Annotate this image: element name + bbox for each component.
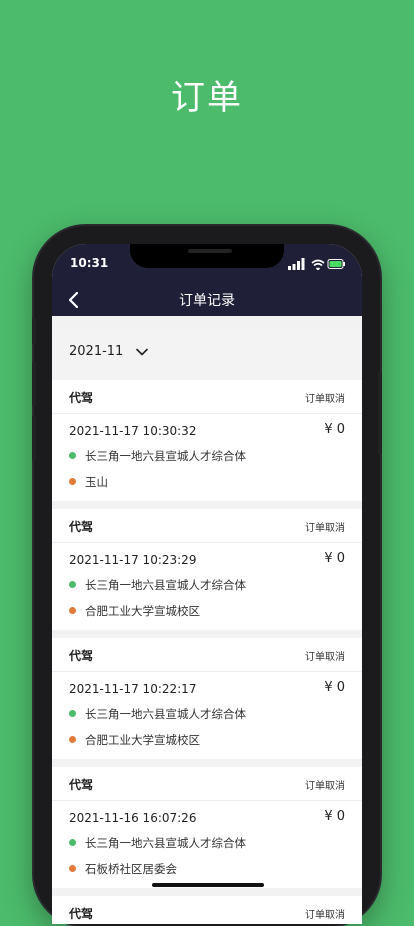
end-location-text: 合肥工业大学宣城校区 <box>85 733 200 747</box>
order-status: 订单取消 <box>305 781 345 792</box>
month-filter[interactable]: 2021-11 <box>52 330 362 380</box>
volume-up-button <box>32 362 36 406</box>
order-time: 2021-11-17 10:22:17 <box>69 682 197 696</box>
order-card[interactable]: 代驾 订单取消 2021-11-17 10:22:17 ¥ 0 长三角一地六县宣… <box>52 638 362 759</box>
page-title: 订单记录 <box>179 293 235 309</box>
order-type: 代驾 <box>69 907 94 921</box>
start-location: 长三角一地六县宣城人才综合体 <box>69 577 246 593</box>
month-value: 2021-11 <box>69 344 124 359</box>
order-time: 2021-11-17 10:30:32 <box>69 424 197 438</box>
end-location: 合肥工业大学宣城校区 <box>69 603 200 619</box>
mute-switch <box>32 318 36 344</box>
order-card[interactable]: 代驾 订单取消 <box>52 896 362 924</box>
end-location-text: 玉山 <box>85 475 108 489</box>
order-card[interactable]: 代驾 订单取消 2021-11-16 16:07:26 ¥ 0 长三角一地六县宣… <box>52 767 362 888</box>
start-dot-icon <box>69 581 76 588</box>
order-time: 2021-11-16 16:07:26 <box>69 811 197 825</box>
order-type: 代驾 <box>69 649 94 663</box>
end-location: 合肥工业大学宣城校区 <box>69 732 200 748</box>
power-button <box>378 372 382 454</box>
end-location: 石板桥社区居委会 <box>69 861 177 877</box>
order-type: 代驾 <box>69 520 94 534</box>
order-card[interactable]: 代驾 订单取消 2021-11-17 10:23:29 ¥ 0 长三角一地六县宣… <box>52 509 362 630</box>
end-dot-icon <box>69 478 76 485</box>
order-price: ¥ 0 <box>324 680 345 695</box>
start-location-text: 长三角一地六县宣城人才综合体 <box>85 449 246 463</box>
order-price: ¥ 0 <box>324 809 345 824</box>
order-price: ¥ 0 <box>324 551 345 566</box>
start-dot-icon <box>69 452 76 459</box>
status-bar: 10:31 <box>52 244 362 288</box>
order-list: 2021-11 代驾 订单取消 2021-11-17 10:30:32 ¥ 0 … <box>52 316 362 924</box>
start-dot-icon <box>69 839 76 846</box>
end-location-text: 合肥工业大学宣城校区 <box>85 604 200 618</box>
order-status: 订单取消 <box>305 652 345 663</box>
status-time: 10:31 <box>70 256 109 270</box>
status-icons <box>288 258 345 270</box>
start-location: 长三角一地六县宣城人才综合体 <box>69 448 246 464</box>
order-status: 订单取消 <box>305 394 345 405</box>
end-location: 玉山 <box>69 474 108 490</box>
order-type: 代驾 <box>69 391 94 405</box>
notch <box>130 244 284 268</box>
order-time: 2021-11-17 10:23:29 <box>69 553 197 567</box>
volume-down-button <box>32 416 36 460</box>
order-price: ¥ 0 <box>324 422 345 437</box>
home-indicator <box>152 883 264 887</box>
chevron-down-icon[interactable] <box>135 345 149 359</box>
start-location-text: 长三角一地六县宣城人才综合体 <box>85 707 246 721</box>
speaker <box>188 249 232 253</box>
end-dot-icon <box>69 865 76 872</box>
start-location-text: 长三角一地六县宣城人才综合体 <box>85 836 246 850</box>
nav-bar: 订单记录 <box>52 284 362 316</box>
start-location: 长三角一地六县宣城人才综合体 <box>69 835 246 851</box>
end-location-text: 石板桥社区居委会 <box>85 862 177 876</box>
start-location: 长三角一地六县宣城人才综合体 <box>69 706 246 722</box>
promo-title: 订单 <box>171 78 243 118</box>
start-dot-icon <box>69 710 76 717</box>
order-card[interactable]: 代驾 订单取消 2021-11-17 10:30:32 ¥ 0 长三角一地六县宣… <box>52 380 362 501</box>
order-status: 订单取消 <box>305 523 345 534</box>
start-location-text: 长三角一地六县宣城人才综合体 <box>85 578 246 592</box>
order-status: 订单取消 <box>305 910 345 921</box>
end-dot-icon <box>69 736 76 743</box>
order-type: 代驾 <box>69 778 94 792</box>
end-dot-icon <box>69 607 76 614</box>
app-screen: 10:31 订单记录 2021-11 代驾 订单取消 2021-11-17 10… <box>52 244 362 924</box>
